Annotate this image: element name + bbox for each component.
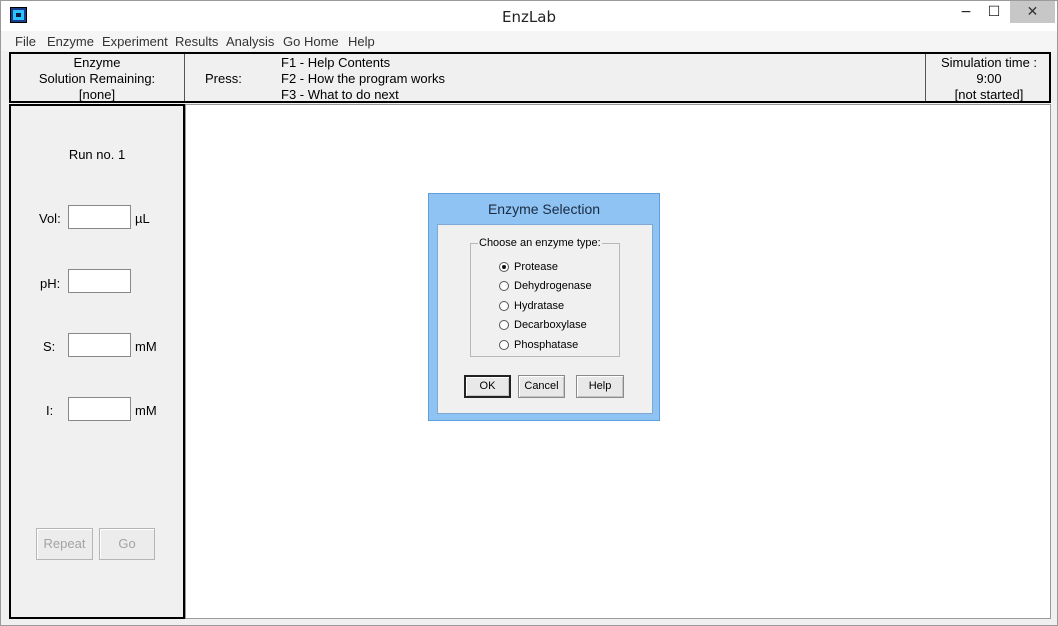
vol-unit: µL (135, 211, 150, 226)
option-label: Phosphatase (514, 339, 579, 351)
menu-bar: File Enzyme Experiment Results Analysis … (1, 31, 1057, 51)
window-title: EnzLab (502, 8, 556, 26)
app-window: EnzLab − ☐ ✕ File Enzyme Experiment Resu… (0, 0, 1058, 626)
menu-go-home[interactable]: Go Home (283, 34, 339, 49)
help-button[interactable]: Help (576, 375, 624, 398)
menu-experiment[interactable]: Experiment (102, 34, 168, 49)
enzyme-label-line: Solution Remaining: (38, 71, 156, 86)
radio-selected-icon[interactable] (499, 262, 509, 272)
divider (184, 54, 185, 101)
menu-file[interactable]: File (15, 34, 36, 49)
run-panel: Run no. 1 Vol: µL pH: S: mM I: mM Repeat… (9, 104, 185, 619)
enzyme-remaining-value: [none] (78, 87, 116, 102)
ph-label: pH: (40, 276, 61, 291)
key-help-item: F1 - Help Contents (281, 55, 391, 70)
repeat-button[interactable]: Repeat (36, 528, 93, 560)
go-button[interactable]: Go (99, 528, 155, 560)
substrate-input[interactable] (68, 333, 131, 357)
option-label: Decarboxylase (514, 319, 587, 331)
substrate-label: S: (43, 339, 56, 354)
run-number: Run no. 1 (68, 147, 126, 162)
enzyme-selection-dialog: Enzyme Selection Choose an enzyme type: … (428, 193, 660, 421)
ph-input[interactable] (68, 269, 131, 293)
menu-help[interactable]: Help (348, 34, 375, 49)
dialog-body: Choose an enzyme type: Protease Dehydrog… (437, 224, 653, 414)
group-label: Choose an enzyme type: (478, 237, 602, 249)
dialog-title: Enzyme Selection (487, 201, 601, 217)
maximize-button[interactable]: ☐ (979, 1, 1009, 23)
inhibitor-unit: mM (135, 403, 157, 418)
enzyme-type-group: Choose an enzyme type: Protease Dehydrog… (470, 237, 620, 357)
title-bar: EnzLab − ☐ ✕ (1, 1, 1057, 31)
info-bar: Enzyme Solution Remaining: [none] Press:… (9, 52, 1051, 103)
inhibitor-label: I: (46, 403, 54, 418)
close-button[interactable]: ✕ (1010, 1, 1055, 23)
minimize-button[interactable]: − (951, 1, 981, 23)
menu-analysis[interactable]: Analysis (226, 34, 274, 49)
menu-results[interactable]: Results (175, 34, 218, 49)
radio-icon[interactable] (499, 320, 509, 330)
key-help-list: F1 - Help Contents F2 - How the program … (281, 55, 445, 103)
menu-enzyme[interactable]: Enzyme (47, 34, 94, 49)
key-help-item: F3 - What to do next (281, 87, 399, 102)
ok-button[interactable]: OK (464, 375, 511, 398)
vol-label: Vol: (39, 211, 61, 226)
simulation-time-label: Simulation time : (940, 55, 1038, 70)
enzyme-remaining: Enzyme Solution Remaining: [none] (11, 55, 183, 103)
divider (925, 54, 926, 101)
key-help-item: F2 - How the program works (281, 71, 445, 86)
simulation-time-value: 9:00 (976, 71, 1002, 86)
simulation-status: [not started] (954, 87, 1024, 102)
vol-input[interactable] (68, 205, 131, 229)
radio-icon[interactable] (499, 281, 509, 291)
option-label: Hydratase (514, 300, 565, 312)
option-label: Dehydrogenase (514, 280, 592, 292)
radio-icon[interactable] (499, 340, 509, 350)
radio-icon[interactable] (499, 301, 509, 311)
inhibitor-input[interactable] (68, 397, 131, 421)
press-label: Press: (205, 71, 242, 86)
simulation-time: Simulation time : 9:00 [not started] (927, 55, 1051, 103)
substrate-unit: mM (135, 339, 157, 354)
cancel-button[interactable]: Cancel (518, 375, 565, 398)
option-label: Protease (514, 261, 559, 273)
enzyme-label-line: Enzyme (73, 55, 121, 70)
